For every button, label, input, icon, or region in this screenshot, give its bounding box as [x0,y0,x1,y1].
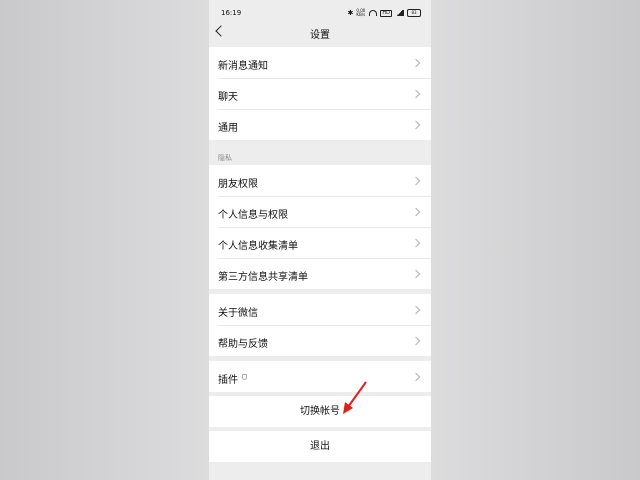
row-label: 个人信息与权限 [218,210,288,221]
hd-icon: HD [380,9,392,17]
row-label: 个人信息收集清单 [218,241,298,252]
row-label: 聊天 [218,92,238,103]
row-friend-permissions[interactable]: 朋友权限 [209,165,431,196]
wifi-icon [369,10,378,16]
row-label: 帮助与反馈 [218,339,268,350]
chevron-right-icon [411,207,421,217]
row-label: 朋友权限 [218,179,258,190]
chevron-right-icon [411,336,421,346]
page-title: 设置 [310,30,330,41]
signal-icon [395,10,404,16]
group-privacy: 朋友权限 个人信息与权限 个人信息收集清单 第三方信息共享清单 [209,165,431,289]
logout-button[interactable]: 退出 [209,431,431,462]
chevron-right-icon [411,120,421,130]
row-label: 通用 [218,123,238,134]
status-bar: 16:19 ✱ 0.00 KB/s HD 83 [209,0,431,22]
row-label: 第三方信息共享清单 [218,272,308,283]
chevron-right-icon [411,372,421,382]
network-speed: 0.00 KB/s [356,8,366,17]
chevron-right-icon [411,238,421,248]
group-notifications: 新消息通知 聊天 通用 [209,47,431,140]
row-about-wechat[interactable]: 关于微信 [209,294,431,325]
switch-account-button[interactable]: 切换帐号 [209,396,431,427]
arrow-shaft [347,381,367,408]
row-help-feedback[interactable]: 帮助与反馈 [209,325,431,356]
chevron-right-icon [411,89,421,99]
row-personal-info-collected[interactable]: 个人信息收集清单 [209,227,431,258]
section-header-privacy: 隐私 [218,154,232,162]
row-chat[interactable]: 聊天 [209,78,431,109]
group-about: 关于微信 帮助与反馈 [209,294,431,356]
status-icons: ✱ 0.00 KB/s HD 83 [347,8,421,17]
chevron-right-icon [411,305,421,315]
row-new-message-notification[interactable]: 新消息通知 [209,47,431,78]
row-third-party-sharing[interactable]: 第三方信息共享清单 [209,258,431,289]
row-personal-info-permissions[interactable]: 个人信息与权限 [209,196,431,227]
group-plugins: 插件 [209,361,431,392]
shield-icon [242,374,247,380]
chevron-right-icon [411,269,421,279]
row-label: 新消息通知 [218,61,268,72]
red-arrow-annotation [343,381,367,414]
chevron-right-icon [411,176,421,186]
status-time: 16:19 [221,9,242,17]
row-plugins[interactable]: 插件 [209,361,431,392]
row-general[interactable]: 通用 [209,109,431,140]
chevron-right-icon [411,58,421,68]
battery-icon: 83 [407,9,421,17]
row-label: 关于微信 [218,308,258,319]
nav-bar: 设置 [209,22,431,44]
bluetooth-icon: ✱ [347,9,354,17]
row-label: 插件 [218,375,238,386]
phone-screen: 16:19 ✱ 0.00 KB/s HD 83 设置 新消息通知 聊天 通用 隐… [209,0,431,480]
